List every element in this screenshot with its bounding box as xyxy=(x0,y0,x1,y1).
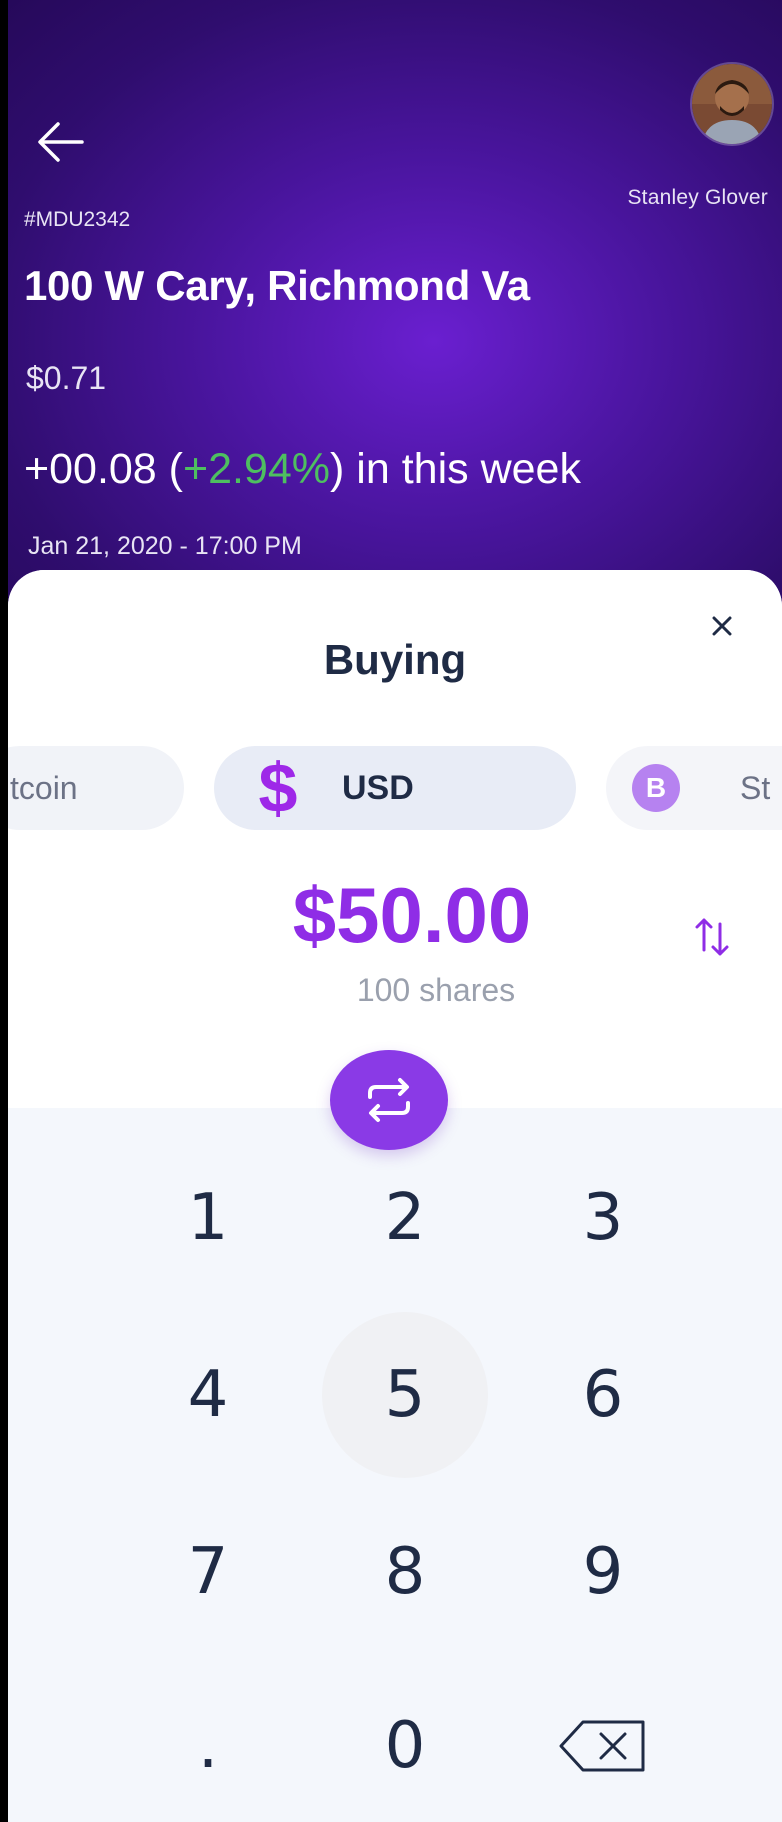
screen: Stanley Glover #MDU2342 100 W Cary, Rich… xyxy=(8,0,782,1822)
key-3[interactable]: 3 xyxy=(523,1158,683,1278)
avatar[interactable] xyxy=(690,62,774,146)
buy-sheet: Buying tcoin $ USD B St $50.00 100 share… xyxy=(8,570,782,1822)
amount-value: $50.00 xyxy=(292,871,532,959)
sheet-title: Buying xyxy=(323,636,467,683)
repeat-icon xyxy=(368,1078,410,1122)
currency-label-usd: USD xyxy=(342,768,414,807)
weekly-change: +00.08 (+2.94%) in this week xyxy=(24,445,581,494)
key-8[interactable]: 8 xyxy=(325,1512,485,1632)
key-0[interactable]: 0 xyxy=(325,1686,485,1806)
dollar-icon: $ xyxy=(258,749,298,827)
backspace-key[interactable] xyxy=(523,1686,683,1806)
shares-count: 100 shares xyxy=(8,972,782,1009)
currency-option-usd[interactable]: $ USD xyxy=(214,746,576,830)
key-4[interactable]: 4 xyxy=(128,1335,288,1455)
currency-option-other[interactable]: B St xyxy=(606,746,782,830)
property-price: $0.71 xyxy=(26,360,107,396)
swap-vertical-icon[interactable] xyxy=(690,908,734,966)
timestamp: Jan 21, 2020 - 17:00 PM xyxy=(28,532,302,560)
change-percent: +2.94% xyxy=(182,445,331,493)
currency-option-bitcoin[interactable]: tcoin xyxy=(8,746,184,830)
amount-display: $50.00 xyxy=(8,870,782,961)
header: Stanley Glover #MDU2342 100 W Cary, Rich… xyxy=(8,0,782,620)
avatar-photo-icon xyxy=(692,64,772,144)
back-arrow-icon[interactable] xyxy=(32,112,92,172)
swap-button[interactable] xyxy=(330,1050,448,1150)
change-suffix: ) in this week xyxy=(330,445,581,493)
key-5[interactable]: 5 xyxy=(322,1312,488,1478)
backspace-icon xyxy=(559,1720,645,1772)
key-2[interactable]: 2 xyxy=(325,1158,485,1278)
currency-label-bitcoin: tcoin xyxy=(10,769,78,806)
bitcoin-icon: B xyxy=(632,764,680,812)
currency-label-other: St xyxy=(740,769,771,806)
property-id: #MDU2342 xyxy=(24,208,131,231)
shares-value: 100 shares xyxy=(356,972,516,1008)
key-decimal[interactable]: . xyxy=(128,1686,288,1806)
key-1[interactable]: 1 xyxy=(128,1158,288,1278)
change-prefix: +00.08 ( xyxy=(24,445,183,493)
property-title: 100 W Cary, Richmond Va xyxy=(24,262,530,309)
key-6[interactable]: 6 xyxy=(523,1335,683,1455)
key-9[interactable]: 9 xyxy=(523,1512,683,1632)
key-7[interactable]: 7 xyxy=(128,1512,288,1632)
user-name: Stanley Glover xyxy=(627,186,768,209)
